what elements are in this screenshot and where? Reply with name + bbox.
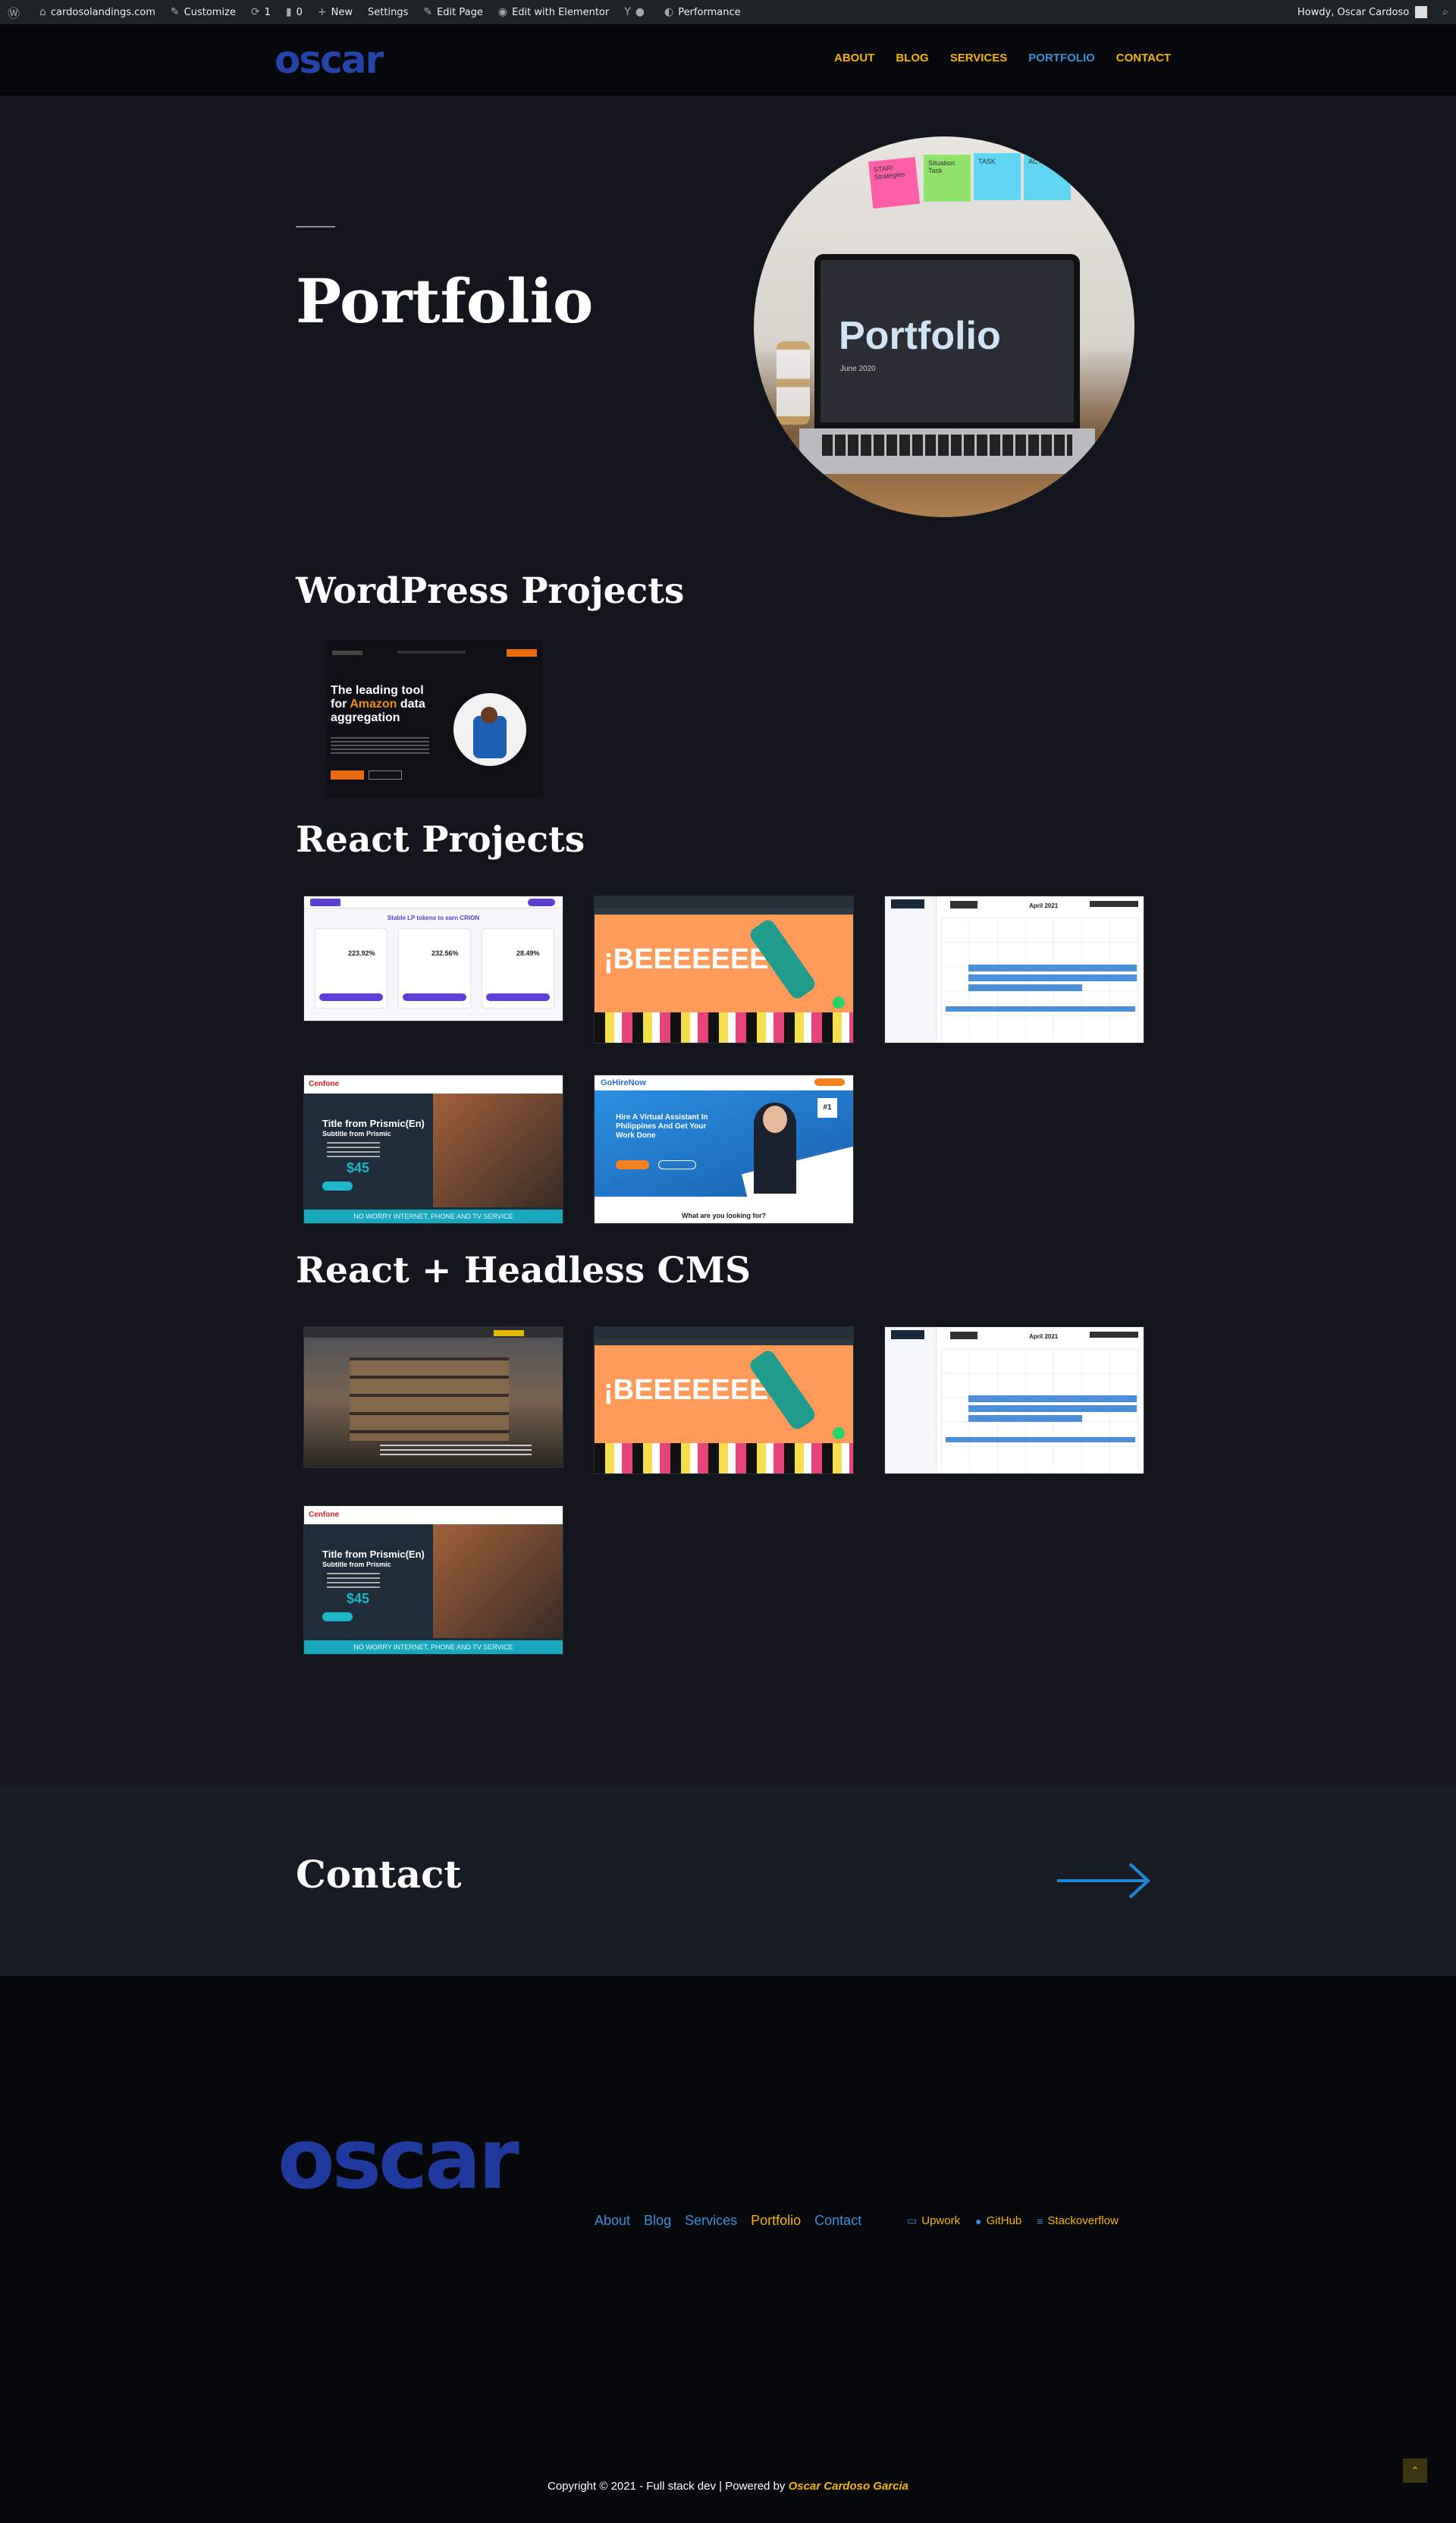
project-thumb-gohirenow[interactable]: GoHireNow Hire A Virtual Assistant In Ph… [594,1075,854,1224]
home-icon: ⌂ [39,6,46,18]
main-nav: ABOUT BLOG SERVICES PORTFOLIO CONTACT [834,52,1171,64]
copyright: Copyright © 2021 - Full stack dev | Powe… [547,2480,908,2493]
wordpress-logo-icon[interactable]: Ⓦ [0,0,32,24]
sticky-note: Situation Task [924,155,971,202]
stackoverflow-icon: ≡ [1037,2214,1043,2227]
admin-account-link[interactable]: Howdy, Oscar Cardoso [1290,0,1435,24]
project-thumb-cenfone[interactable]: Cenfone Title from Prismic(En) Subtitle … [303,1075,563,1224]
social-upwork[interactable]: ▭ Upwork [907,2214,960,2227]
admin-comments-link[interactable]: ▮ 0 [278,0,310,24]
wp-admin-bar: Ⓦ ⌂ cardosolandings.com ✎ Customize ⟳ 1 ▮ 0 … [0,0,1456,24]
site-footer: oscar About Blog Services Portfolio Cont… [0,1976,1456,2523]
laptop-screen-date: June 2020 [840,365,876,373]
laptop-illustration: Portfolio June 2020 [814,254,1080,428]
admin-yoast-link[interactable]: Y ● [617,0,657,24]
social-stackoverflow[interactable]: ≡ Stackoverflow [1037,2214,1119,2227]
admin-search-icon[interactable]: ⌕ [1435,0,1456,24]
admin-elementor-link[interactable]: ◉ Edit with Elementor [491,0,617,24]
site-logo[interactable]: oscar [275,41,384,79]
project-thumb-wordpress-1[interactable]: The leading tool for Amazon data aggrega… [325,640,543,798]
admin-updates-link[interactable]: ⟳ 1 [243,0,278,24]
avatar [1415,6,1428,18]
contact-title: Contact [296,1852,462,1897]
yoast-icon: Y [624,6,631,18]
admin-performance-link[interactable]: ◐ Performance [657,0,748,24]
nav-about[interactable]: ABOUT [834,52,874,64]
plus-icon: + [317,6,327,18]
admin-site-link[interactable]: ⌂ cardosolandings.com [32,0,163,24]
footer-nav: About Blog Services Portfolio Contact [595,2213,861,2229]
page-title: Portfolio [296,265,594,337]
social-github[interactable]: ● GitHub [975,2214,1021,2227]
project-thumb-calendar-headless[interactable]: April 2021 [884,1326,1144,1474]
github-icon: ● [975,2214,982,2227]
brush-icon: ✎ [170,6,180,18]
admin-customize-link[interactable]: ✎ Customize [163,0,243,24]
footer-nav-about[interactable]: About [595,2213,630,2229]
project-thumb-socks[interactable]: ¡BEEEEEEE! [594,896,854,1043]
site-header: oscar ABOUT BLOG SERVICES PORTFOLIO CONT… [0,24,1456,96]
sticky-note: STAR! Strategies [868,156,921,209]
updates-icon: ⟳ [250,6,260,18]
hourglass-illustration [777,341,810,425]
pencil-icon: ✎ [423,6,433,18]
footer-social: ▭ Upwork ● GitHub ≡ Stackoverflow [907,2214,1119,2227]
footer-nav-blog[interactable]: Blog [644,2213,671,2229]
arrow-right-icon[interactable] [1054,1861,1153,1900]
project-thumb-construction[interactable] [303,1326,563,1468]
footer-logo[interactable]: oscar [278,2117,519,2201]
hero-image: STAR! Strategies Situation Task TASK ACT… [754,137,1134,517]
copyright-brand-link[interactable]: Oscar Cardoso Garcia [789,2480,908,2493]
admin-new-link[interactable]: + New [310,0,360,24]
footer-nav-portfolio[interactable]: Portfolio [751,2213,801,2229]
nav-blog[interactable]: BLOG [896,52,928,64]
status-dot-icon: ● [635,6,645,18]
section-title-react: React Projects [296,819,585,861]
laptop-screen-text: Portfolio [839,314,1001,358]
nav-contact[interactable]: CONTACT [1116,52,1171,64]
admin-settings-link[interactable]: Settings [360,0,416,24]
admin-edit-page-link[interactable]: ✎ Edit Page [416,0,491,24]
section-title-wordpress: WordPress Projects [296,570,685,612]
hero-divider [296,226,335,228]
project-thumb-crypto[interactable]: Stable LP tokens to earn CRION 223.92% 2… [303,896,563,1021]
section-title-headless: React + Headless CMS [296,1250,751,1291]
project-thumb-calendar[interactable]: April 2021 [884,896,1144,1043]
keyboard-illustration [799,428,1095,474]
footer-nav-contact[interactable]: Contact [814,2213,861,2229]
performance-icon: ◐ [664,6,674,18]
laptop-icon: ▭ [907,2214,918,2226]
sticky-note: ACTION [1024,153,1071,200]
nav-services[interactable]: SERVICES [950,52,1008,64]
contact-section: Contact [0,1785,1456,1976]
project-thumb-socks-headless[interactable]: ¡BEEEEEEE! [594,1326,854,1474]
nav-portfolio[interactable]: PORTFOLIO [1028,52,1095,64]
comment-icon: ▮ [285,6,292,18]
project-thumb-cenfone-headless[interactable]: Cenfone Title from Prismic(En) Subtitle … [303,1505,563,1655]
footer-nav-services[interactable]: Services [685,2213,737,2229]
elementor-icon: ◉ [497,6,508,18]
sticky-note: TASK [974,153,1021,200]
